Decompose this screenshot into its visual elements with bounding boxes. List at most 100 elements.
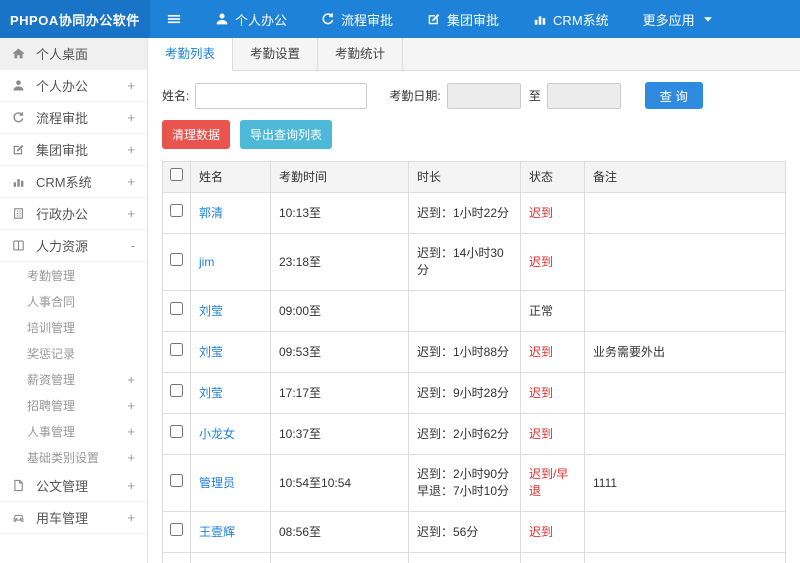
table-row: 刘莹 09:53至 迟到：1小时88分 迟到 业务需要外出 [162, 331, 786, 373]
menu-toggle-button[interactable] [150, 0, 198, 38]
expand-toggle-icon[interactable]: + [125, 110, 135, 125]
user-icon [12, 79, 27, 92]
duration: 迟到：2小时90分 早退：7小时10分 [408, 454, 521, 512]
row-checkbox[interactable] [170, 425, 183, 438]
table-row: 管理员 10:54至10:54 迟到：2小时90分 早退：7小时10分 迟到/早退 11… [162, 454, 786, 512]
doc-icon [12, 479, 27, 492]
sidebar-item-document-management[interactable]: 公文管理 + [0, 470, 147, 502]
row-checkbox[interactable] [170, 523, 183, 536]
table-row: 郭清 10:13至 迟到：1小时22分 迟到 [162, 192, 786, 234]
table-row: 黄蓉13:20至13:20迟到：5小时33分 早退：4小时67分迟到/早退 [162, 552, 786, 563]
expand-toggle-icon[interactable]: + [125, 206, 135, 221]
sidebar-subitem-training-management[interactable]: 培训管理 [0, 314, 147, 340]
expand-toggle-icon[interactable]: + [125, 142, 135, 157]
tab-attendance-stats[interactable]: 考勤统计 [318, 38, 404, 70]
topnav-item-workflow-approval[interactable]: 流程审批 [304, 0, 410, 38]
sidebar-item-admin-office[interactable]: 行政办公 + [0, 198, 147, 230]
row-checkbox[interactable] [170, 384, 183, 397]
expand-toggle-icon[interactable]: - [125, 238, 135, 253]
row-checkbox[interactable] [170, 474, 183, 487]
status-badge: 迟到 [520, 413, 585, 455]
export-list-button[interactable]: 导出查询列表 [240, 120, 333, 149]
employee-name-link[interactable]: 王壹辉 [199, 525, 235, 539]
attendance-time: 09:53至 [270, 331, 409, 373]
edit-icon [12, 143, 27, 156]
row-checkbox[interactable] [170, 204, 183, 217]
table-row: 刘莹 09:00至 正常 [162, 290, 786, 332]
sidebar-item-personal-office[interactable]: 个人办公 + [0, 70, 147, 102]
expand-toggle-icon[interactable]: + [125, 450, 135, 465]
attendance-table-body: 郭清 10:13至 迟到：1小时22分 迟到 jim 23:18至 迟到：14小时30分 迟到… [162, 192, 786, 563]
tab-attendance-list[interactable]: 考勤列表 [148, 38, 234, 71]
car-icon [12, 511, 27, 524]
attendance-time: 10:54至10:54 [270, 454, 409, 512]
caret-down-icon [701, 12, 715, 26]
chart-icon [12, 175, 27, 188]
expand-toggle-icon[interactable]: + [125, 478, 135, 493]
expand-toggle-icon[interactable]: + [125, 510, 135, 525]
sidebar-subitem-salary-management[interactable]: 薪资管理 + [0, 366, 147, 392]
expand-toggle-icon[interactable]: + [125, 78, 135, 93]
sidebar-item-crm-system[interactable]: CRM系统 + [0, 166, 147, 198]
col-header-note: 备注 [584, 161, 786, 193]
sidebar-subitem-personnel-contract[interactable]: 人事合同 [0, 288, 147, 314]
sidebar-subitem-attendance-management[interactable]: 考勤管理 [0, 262, 147, 288]
col-header-status: 状态 [520, 161, 585, 193]
workflow-icon [12, 111, 27, 124]
table-header-row: 姓名 考勤时间 时长 状态 备注 [162, 161, 786, 193]
attendance-table: 姓名 考勤时间 时长 状态 备注 郭清 10:13至 迟到：1小时22分 迟到 jim 2… [148, 161, 800, 563]
topnav-item-personal-office[interactable]: 个人办公 [198, 0, 304, 38]
sidebar-subitem-base-category-settings[interactable]: 基础类别设置 + [0, 444, 147, 470]
date-to-input[interactable] [546, 82, 621, 109]
employee-name-link[interactable]: 刘莹 [199, 345, 223, 359]
note [584, 511, 786, 553]
topnav-item-group-approval[interactable]: 集团审批 [410, 0, 516, 38]
sidebar-item-vehicle-management[interactable]: 用车管理 + [0, 502, 147, 534]
status-badge: 正常 [520, 290, 585, 332]
note: 业务需要外出 [584, 331, 786, 373]
sidebar-menu: 个人桌面 个人办公 + 流程审批 + 集团审批 + CRM系统 + 行政办公 + 人力资源 - 考勤管理人… [0, 38, 147, 534]
note [584, 552, 786, 563]
sidebar-item-human-resources[interactable]: 人力资源 - [0, 230, 147, 262]
date-from-input[interactable] [446, 82, 521, 109]
employee-name-link[interactable]: 小龙女 [199, 427, 235, 441]
status-badge: 迟到 [520, 511, 585, 553]
expand-toggle-icon[interactable]: + [125, 372, 135, 387]
row-checkbox[interactable] [170, 302, 183, 315]
expand-toggle-icon[interactable]: + [125, 398, 135, 413]
tab-attendance-settings[interactable]: 考勤设置 [233, 38, 319, 70]
status-badge: 迟到 [520, 372, 585, 414]
expand-toggle-icon[interactable]: + [125, 424, 135, 439]
sidebar-item-personal-desktop[interactable]: 个人桌面 [0, 38, 147, 70]
query-button[interactable]: 查 询 [644, 82, 703, 109]
attendance-time: 17:17至 [270, 372, 409, 414]
sidebar-subitem-recruitment-management[interactable]: 招聘管理 + [0, 392, 147, 418]
topnav-item-more-apps[interactable]: 更多应用 [626, 0, 732, 38]
expand-toggle-icon[interactable]: + [125, 174, 135, 189]
note [584, 192, 786, 234]
employee-name-link[interactable]: jim [199, 255, 214, 269]
user-icon [215, 12, 229, 26]
employee-name-link[interactable]: 刘莹 [199, 386, 223, 400]
main-content: 考勤列表 考勤设置 考勤统计 姓名: 考勤日期: 至 查 询 清理数据 导出查询… [148, 38, 800, 563]
sidebar-subitem-personnel-management[interactable]: 人事管理 + [0, 418, 147, 444]
status-badge: 迟到/早退 [520, 552, 585, 563]
table-row: jim 23:18至 迟到：14小时30分 迟到 [162, 233, 786, 291]
clean-data-button[interactable]: 清理数据 [162, 120, 231, 149]
row-checkbox[interactable] [170, 343, 183, 356]
employee-name-link[interactable]: 管理员 [199, 476, 235, 490]
chart-icon [533, 12, 547, 26]
sidebar-item-group-approval[interactable]: 集团审批 + [0, 134, 147, 166]
topnav-item-crm-system[interactable]: CRM系统 [516, 0, 626, 38]
note [584, 372, 786, 414]
attendance-time: 10:13至 [270, 192, 409, 234]
sidebar-item-workflow-approval[interactable]: 流程审批 + [0, 102, 147, 134]
select-all-checkbox[interactable] [170, 168, 183, 181]
building-icon [12, 207, 27, 220]
employee-name-link[interactable]: 刘莹 [199, 304, 223, 318]
date-to-label: 至 [528, 89, 541, 103]
row-checkbox[interactable] [170, 253, 183, 266]
name-input[interactable] [195, 82, 368, 109]
employee-name-link[interactable]: 郭清 [199, 206, 223, 220]
sidebar-subitem-reward-punishment[interactable]: 奖惩记录 [0, 340, 147, 366]
